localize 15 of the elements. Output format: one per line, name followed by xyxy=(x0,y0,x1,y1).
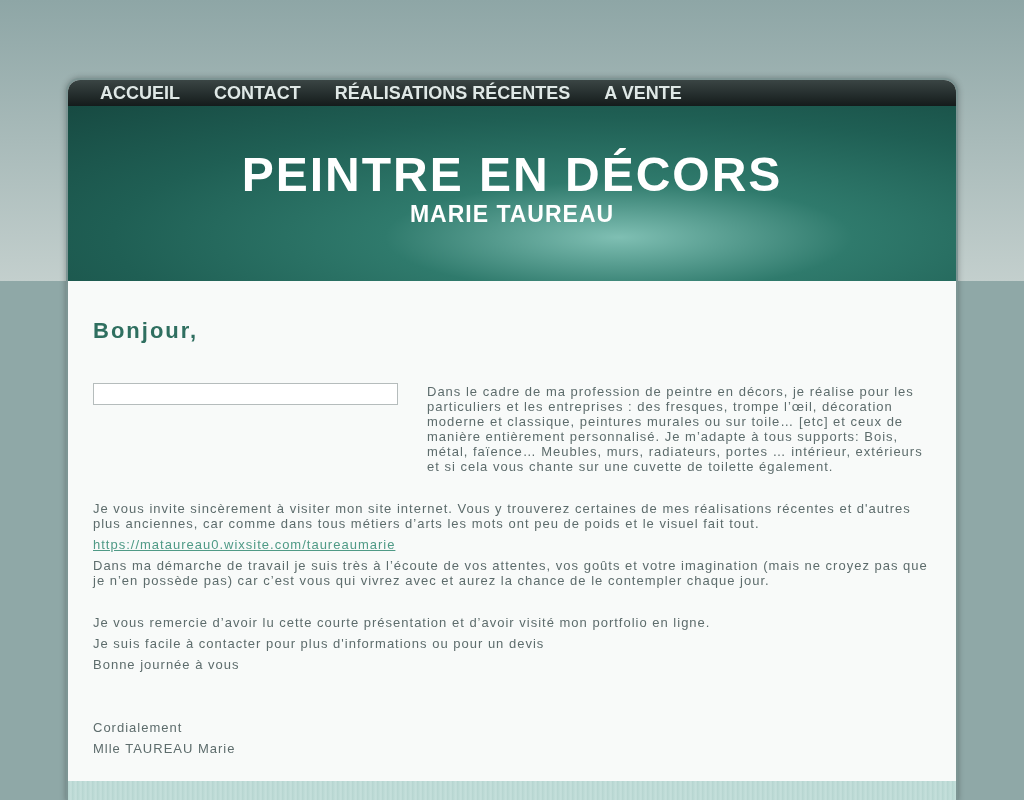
paragraph: Bonne journée à vous xyxy=(93,657,241,672)
nav-link[interactable]: A VENTE xyxy=(604,82,682,104)
paragraph: Dans le cadre de ma profession de peintre en décors, je réalise pour les particuliers et les entreprises : des fresques, trompe l’œil, décoration moderne et classique, peintures murales ou sur toile… [etc] et ceux de manière entièrement personnalisé. Je m’adapte à tous supports: Bois, métal, faïence… Meubles, murs, radiateurs, portes … intérieur, extérieurs et si cela vous chante sur une cuvette de toilette également. xyxy=(427,384,924,474)
nav-link[interactable]: CONTACT xyxy=(214,82,301,104)
greeting-heading: Bonjour, xyxy=(93,317,200,345)
nav-link[interactable]: RÉALISATIONS RÉCENTES xyxy=(334,82,571,104)
site-subtitle: MARIE TAUREAU xyxy=(409,200,615,228)
paragraph: Je vous invite sincèrement à visiter mon site internet. Vous y trouverez certaines de mes réalisations récentes et d'autres plus anciennes, car comme dans tous métiers d’arts les mots ont peu de poids et le visuel fait tout. xyxy=(93,501,912,531)
paragraph: Cordialement xyxy=(93,720,184,735)
paragraph: Je vous remercie d’avoir lu cette courte présentation et d’avoir visité mon portfolio en ligne. xyxy=(93,615,712,630)
paragraph: Mlle TAUREAU Marie xyxy=(93,741,237,756)
site-title: PEINTRE EN DÉCORS xyxy=(241,150,783,200)
nav-link[interactable]: ACCUEIL xyxy=(100,82,180,104)
paragraph: Je suis facile à contacter pour plus d'informations ou pour un devis xyxy=(93,636,546,651)
paragraph: Dans ma démarche de travail je suis très à l’écoute de vos attentes, vos goûts et votre imagination (mais ne croyez pas que je n’en possède pas) car c’est vous qui vivrez avec et aurez la chance de le contempler chaque jour. xyxy=(93,558,929,588)
